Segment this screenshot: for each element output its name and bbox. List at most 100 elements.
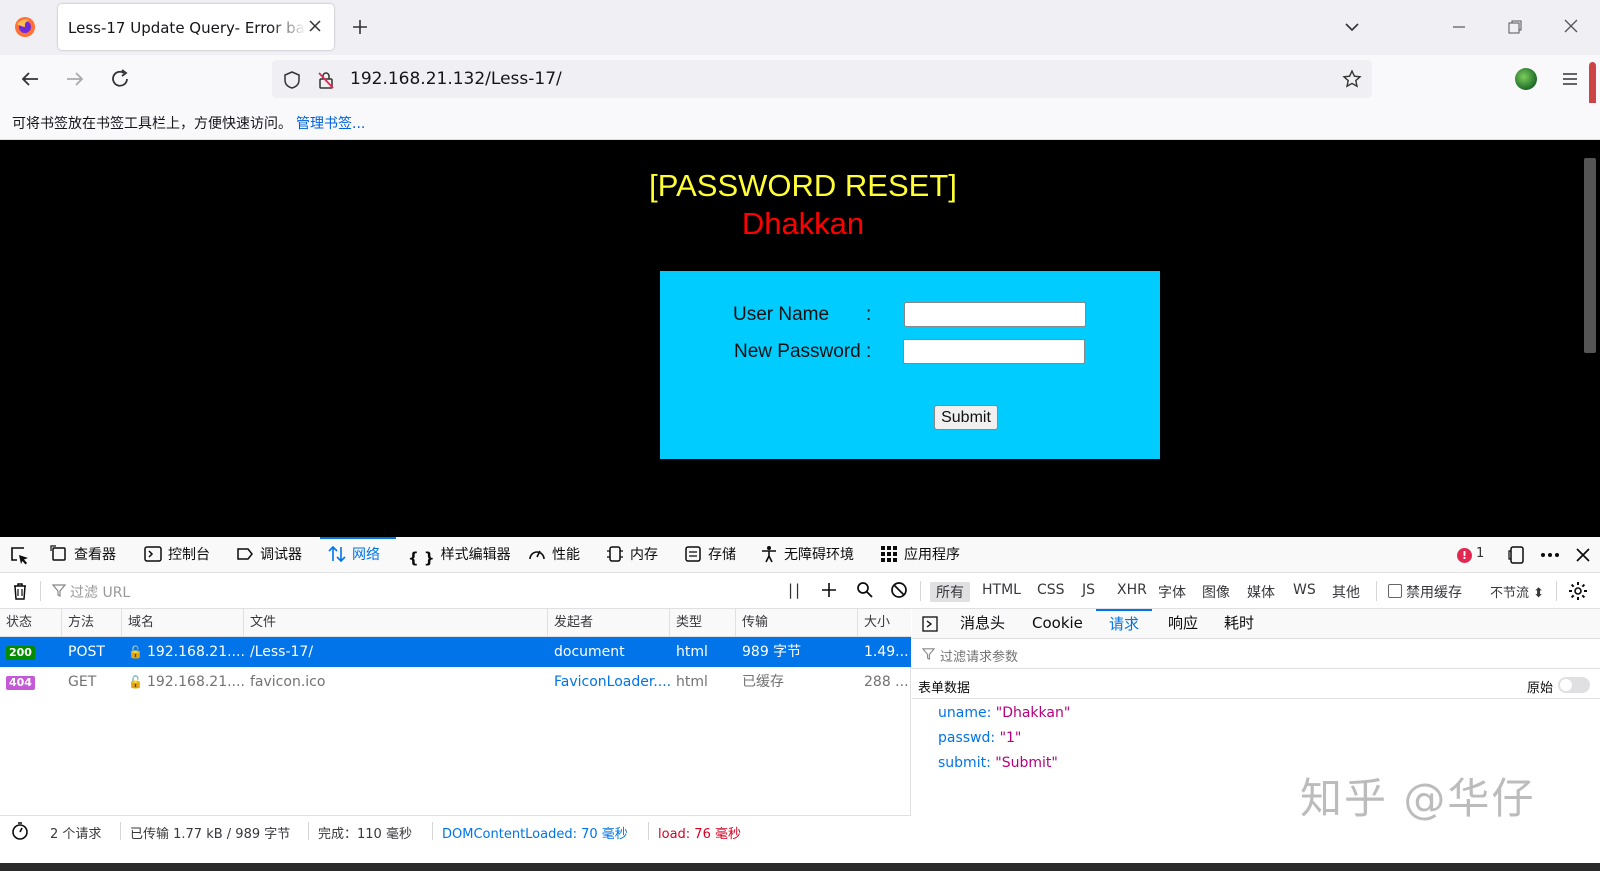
status-badge: 404 bbox=[6, 676, 35, 690]
filter-images[interactable]: 图像 bbox=[1196, 582, 1236, 602]
column-status[interactable]: 状态 bbox=[0, 609, 62, 637]
tab-inspector[interactable]: 查看器 bbox=[50, 537, 116, 573]
table-row[interactable]: 404 GET 🔓 192.168.21.... favicon.ico Favi… bbox=[0, 667, 911, 697]
network-filter-bar: 过滤 URL || 所有 HTML CSS JS XHR 字体 图像 媒体 WS… bbox=[0, 573, 1600, 609]
tab-memory[interactable]: 内存 bbox=[606, 537, 658, 573]
tab-cookies[interactable]: Cookie bbox=[1032, 609, 1083, 639]
responsive-mode-icon[interactable] bbox=[1508, 546, 1526, 564]
throttle-select[interactable]: 不节流 ⬍ bbox=[1490, 582, 1544, 601]
username-input[interactable] bbox=[904, 302, 1086, 327]
transferred-summary: 已传输 1.77 kB / 989 字节 bbox=[130, 827, 291, 842]
column-type[interactable]: 类型 bbox=[670, 609, 736, 637]
network-status-bar: 2 个请求 已传输 1.77 kB / 989 字节 完成：110 毫秒 DOM… bbox=[0, 815, 911, 845]
divider bbox=[308, 822, 309, 840]
pause-icon[interactable]: || bbox=[788, 581, 802, 599]
restore-icon[interactable] bbox=[1506, 18, 1524, 36]
reload-icon[interactable] bbox=[108, 67, 132, 91]
error-count-badge[interactable]: ! 1 bbox=[1457, 546, 1484, 563]
column-size[interactable]: 大小 bbox=[858, 609, 911, 637]
tab-close-icon[interactable] bbox=[306, 17, 324, 35]
hamburger-menu-icon[interactable] bbox=[1560, 69, 1580, 89]
filter-html[interactable]: HTML bbox=[976, 582, 1027, 598]
browser-tab[interactable]: Less-17 Update Query- Error based bbox=[58, 4, 334, 50]
url-filter-input[interactable]: 过滤 URL bbox=[70, 582, 130, 602]
tab-style-editor[interactable]: { } 样式编辑器 bbox=[408, 537, 511, 573]
application-icon bbox=[880, 545, 898, 563]
filter-other[interactable]: 其他 bbox=[1326, 582, 1366, 602]
column-method[interactable]: 方法 bbox=[62, 609, 122, 637]
column-domain[interactable]: 域名 bbox=[122, 609, 244, 637]
filter-funnel-icon bbox=[52, 583, 66, 597]
column-transferred[interactable]: 传输 bbox=[736, 609, 858, 637]
firefox-logo-icon[interactable] bbox=[14, 16, 36, 38]
url-text: 192.168.21.132/Less-17/ bbox=[350, 69, 562, 89]
tab-title: Less-17 Update Query- Error based bbox=[68, 19, 306, 37]
tab-response[interactable]: 响应 bbox=[1168, 609, 1198, 639]
filter-css[interactable]: CSS bbox=[1031, 582, 1071, 598]
web-page: [PASSWORD RESET] Dhakkan User Name : New… bbox=[0, 140, 1580, 537]
stopwatch-icon[interactable] bbox=[11, 822, 29, 840]
bookmarks-toolbar: 可将书签放在书签工具栏上，方便快速访问。 管理书签... bbox=[0, 103, 1600, 140]
page-title: [PASSWORD RESET] bbox=[649, 168, 957, 203]
new-password-input[interactable] bbox=[903, 339, 1085, 364]
tab-storage[interactable]: 存储 bbox=[684, 537, 736, 573]
window-close-icon[interactable] bbox=[1562, 17, 1580, 35]
memory-icon bbox=[606, 545, 624, 563]
tab-request[interactable]: 请求 bbox=[1096, 609, 1152, 639]
error-icon: ! bbox=[1457, 548, 1472, 563]
extension-icon[interactable] bbox=[1515, 68, 1537, 90]
tab-headers[interactable]: 消息头 bbox=[960, 609, 1005, 639]
table-row[interactable]: 200 POST 🔓 192.168.21.... /Less-17/ docum… bbox=[0, 637, 911, 667]
filter-ws[interactable]: WS bbox=[1287, 582, 1322, 598]
column-initiator[interactable]: 发起者 bbox=[548, 609, 670, 637]
reset-form: User Name : New Password : Submit bbox=[660, 271, 1160, 459]
tracking-shield-icon[interactable] bbox=[282, 70, 302, 90]
initiator-link[interactable]: FaviconLoader.... bbox=[548, 667, 670, 697]
param-filter-bar[interactable]: 过滤请求参数 bbox=[912, 639, 1600, 669]
disable-cache-checkbox[interactable] bbox=[1388, 584, 1402, 598]
insecure-lock-icon[interactable] bbox=[316, 70, 336, 90]
tab-debugger[interactable]: 调试器 bbox=[236, 537, 302, 573]
transferred-cell: 989 字节 bbox=[742, 644, 802, 660]
tab-timings[interactable]: 耗时 bbox=[1224, 609, 1254, 639]
filter-xhr[interactable]: XHR bbox=[1111, 582, 1153, 598]
settings-gear-icon[interactable] bbox=[1568, 581, 1588, 601]
toggle-panel-icon[interactable] bbox=[922, 616, 938, 632]
manage-bookmarks-link[interactable]: 管理书签... bbox=[296, 116, 365, 132]
param-filter-input[interactable]: 过滤请求参数 bbox=[940, 646, 1018, 665]
tab-performance[interactable]: 性能 bbox=[528, 537, 580, 573]
divider bbox=[120, 822, 121, 840]
tab-network[interactable]: 网络 bbox=[320, 537, 396, 573]
forward-arrow-icon[interactable] bbox=[63, 67, 87, 91]
method-cell: POST bbox=[68, 644, 105, 660]
submit-button[interactable]: Submit bbox=[934, 405, 998, 430]
scrollbar-thumb[interactable] bbox=[1584, 158, 1596, 353]
filter-js[interactable]: JS bbox=[1076, 582, 1101, 598]
tab-accessibility[interactable]: 无障碍环境 bbox=[760, 537, 854, 573]
search-icon[interactable] bbox=[856, 581, 874, 599]
divider bbox=[432, 822, 433, 840]
bookmark-star-icon[interactable] bbox=[1342, 69, 1362, 89]
trash-icon[interactable] bbox=[11, 582, 29, 600]
filter-fonts[interactable]: 字体 bbox=[1152, 582, 1192, 602]
address-bar[interactable]: 192.168.21.132/Less-17/ bbox=[272, 60, 1372, 98]
raw-toggle[interactable] bbox=[1558, 677, 1590, 693]
column-file[interactable]: 文件 bbox=[244, 609, 548, 637]
chevron-down-icon[interactable] bbox=[1343, 18, 1361, 36]
block-icon[interactable] bbox=[890, 581, 908, 599]
filter-all[interactable]: 所有 bbox=[930, 582, 970, 602]
transferred-cell: 已缓存 bbox=[742, 674, 784, 690]
add-icon[interactable] bbox=[820, 581, 838, 599]
request-table: 状态 方法 域名 文件 发起者 类型 传输 大小 200 POST 🔓 192.1… bbox=[0, 609, 911, 835]
more-options-icon[interactable] bbox=[1540, 546, 1560, 564]
page-scrollbar[interactable] bbox=[1580, 140, 1600, 537]
element-picker-icon[interactable] bbox=[10, 546, 30, 566]
filter-media[interactable]: 媒体 bbox=[1241, 582, 1281, 602]
back-arrow-icon[interactable] bbox=[18, 67, 42, 91]
tab-application[interactable]: 应用程序 bbox=[880, 537, 960, 573]
new-tab-icon[interactable] bbox=[350, 17, 370, 37]
tab-console[interactable]: 控制台 bbox=[144, 537, 210, 573]
status-badge: 200 bbox=[6, 646, 35, 660]
minimize-icon[interactable] bbox=[1450, 18, 1468, 36]
devtools-close-icon[interactable] bbox=[1574, 546, 1592, 564]
